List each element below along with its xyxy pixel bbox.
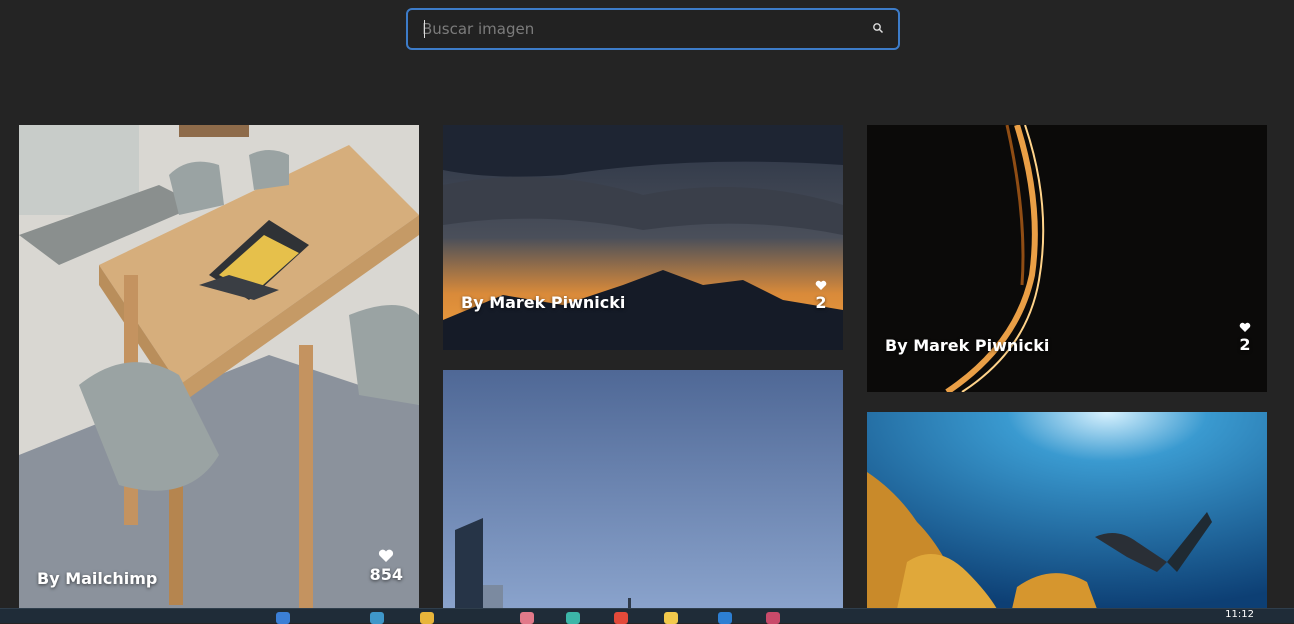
taskbar-app-icon[interactable] xyxy=(718,612,732,624)
card-author: By Marek Piwnicki xyxy=(885,336,1050,355)
taskbar-app-icon[interactable] xyxy=(276,612,290,624)
heart-icon[interactable] xyxy=(815,280,827,291)
image-card-light[interactable]: By Marek Piwnicki 2 xyxy=(867,125,1267,392)
card-author: By Mailchimp xyxy=(37,569,158,588)
card-likes[interactable]: 2 xyxy=(815,280,827,312)
taskbar-app-icon[interactable] xyxy=(520,612,534,624)
photo-table-scene xyxy=(19,125,419,609)
photo-city-skyline xyxy=(443,370,843,609)
image-card-underwater[interactable] xyxy=(867,412,1267,609)
search-bar[interactable] xyxy=(406,8,900,50)
heart-icon[interactable] xyxy=(378,549,394,563)
likes-count: 854 xyxy=(369,565,403,584)
photo-mountain-sunset xyxy=(443,125,843,350)
likes-count: 2 xyxy=(815,293,827,312)
taskbar-app-icon[interactable] xyxy=(370,612,384,624)
taskbar-app-icon[interactable] xyxy=(614,612,628,624)
taskbar-folder-icon[interactable] xyxy=(420,612,434,624)
card-likes[interactable]: 2 xyxy=(1239,322,1251,354)
image-card-city[interactable] xyxy=(443,370,843,609)
likes-count: 2 xyxy=(1239,335,1251,354)
taskbar-app-icon[interactable] xyxy=(766,612,780,624)
text-caret xyxy=(424,20,425,38)
search-icon[interactable] xyxy=(872,22,884,34)
heart-icon[interactable] xyxy=(1239,322,1251,333)
card-author: By Marek Piwnicki xyxy=(461,293,626,312)
image-card-mountain[interactable]: By Marek Piwnicki 2 xyxy=(443,125,843,350)
image-card-table[interactable]: By Mailchimp 854 xyxy=(19,125,419,609)
taskbar-app-icon[interactable] xyxy=(664,612,678,624)
taskbar-clock: 11:12 xyxy=(1225,609,1254,620)
search-input[interactable] xyxy=(422,10,862,48)
photo-underwater-diver xyxy=(867,412,1267,609)
taskbar-app-icon[interactable] xyxy=(566,612,580,624)
os-taskbar: 11:12 xyxy=(0,608,1294,624)
card-likes[interactable]: 854 xyxy=(370,549,403,584)
